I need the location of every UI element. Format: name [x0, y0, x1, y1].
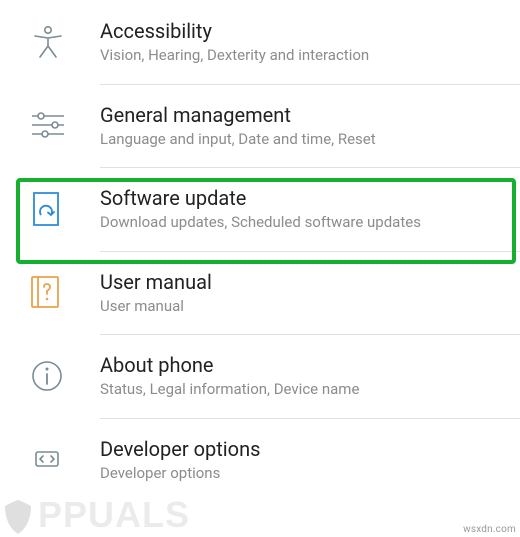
- settings-item-about-phone[interactable]: About phone Status, Legal information, D…: [0, 334, 520, 418]
- divider: [100, 251, 520, 252]
- accessibility-icon: [22, 24, 100, 60]
- manual-icon: [22, 275, 100, 309]
- item-subtitle: Developer options: [100, 464, 510, 484]
- settings-item-developer-options[interactable]: Developer options Developer options: [0, 418, 520, 502]
- developer-icon: [22, 442, 100, 476]
- settings-item-general-management[interactable]: General management Language and input, D…: [0, 84, 520, 168]
- settings-item-accessibility[interactable]: Accessibility Vision, Hearing, Dexterity…: [0, 0, 520, 84]
- divider: [100, 84, 520, 85]
- settings-item-software-update[interactable]: Software update Download updates, Schedu…: [0, 167, 520, 251]
- item-title: User manual: [100, 269, 510, 295]
- text-slot: Developer options Developer options: [100, 436, 520, 484]
- item-title: Software update: [100, 185, 510, 211]
- divider: [100, 418, 520, 419]
- text-slot: About phone Status, Legal information, D…: [100, 352, 520, 400]
- text-slot: Accessibility Vision, Hearing, Dexterity…: [100, 18, 520, 66]
- settings-item-user-manual[interactable]: User manual User manual: [0, 251, 520, 335]
- item-subtitle: Status, Legal information, Device name: [100, 380, 510, 400]
- item-subtitle: Language and input, Date and time, Reset: [100, 130, 510, 150]
- sliders-icon: [22, 110, 100, 140]
- divider: [100, 334, 520, 335]
- divider: [100, 167, 520, 168]
- info-icon: [22, 359, 100, 393]
- settings-list: Accessibility Vision, Hearing, Dexterity…: [0, 0, 520, 501]
- text-slot: General management Language and input, D…: [100, 102, 520, 150]
- item-title: Accessibility: [100, 18, 510, 44]
- item-subtitle: User manual: [100, 297, 510, 317]
- watermark-appuals: PPUALS: [0, 494, 190, 537]
- item-subtitle: Download updates, Scheduled software upd…: [100, 213, 510, 233]
- item-title: About phone: [100, 352, 510, 378]
- item-title: General management: [100, 102, 510, 128]
- watermark-source: wsxdn.com: [463, 524, 516, 535]
- text-slot: Software update Download updates, Schedu…: [100, 185, 520, 233]
- item-title: Developer options: [100, 436, 510, 462]
- update-icon: [22, 191, 100, 227]
- item-subtitle: Vision, Hearing, Dexterity and interacti…: [100, 46, 510, 66]
- text-slot: User manual User manual: [100, 269, 520, 317]
